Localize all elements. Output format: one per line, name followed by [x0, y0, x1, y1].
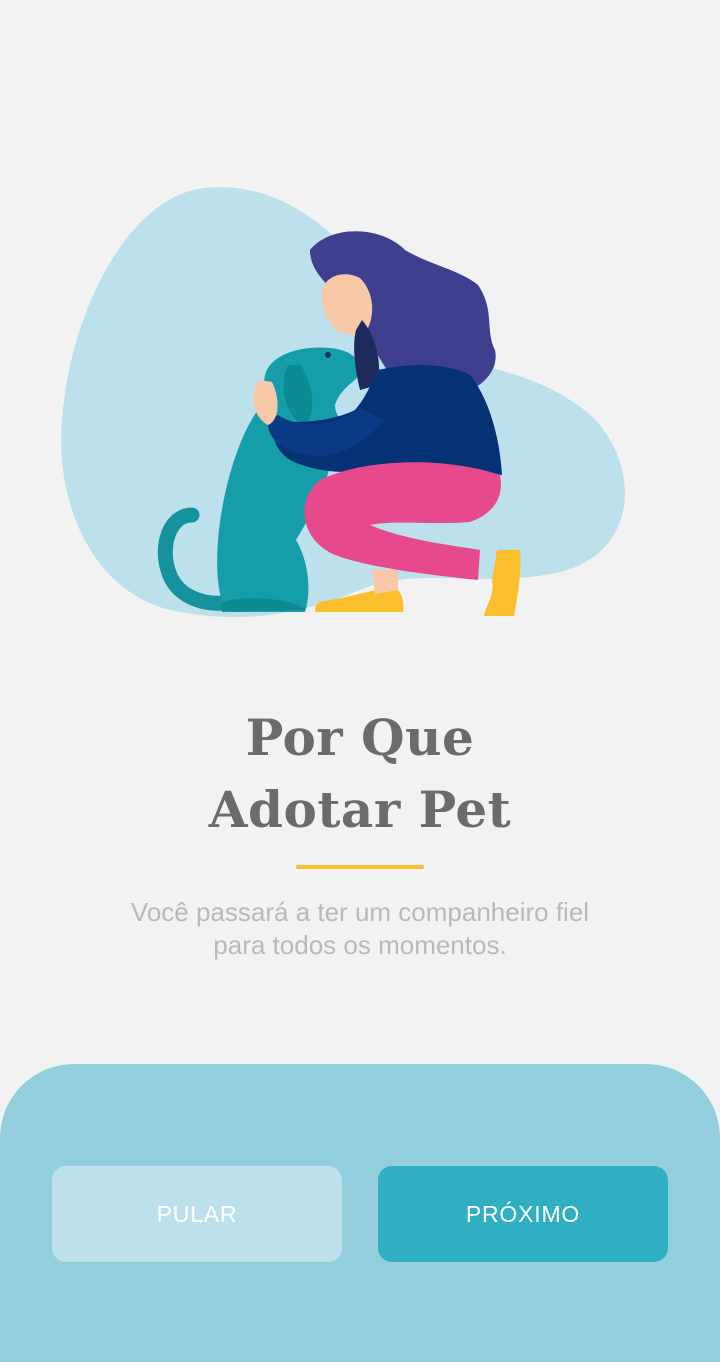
next-button[interactable]: PRÓXIMO — [378, 1166, 668, 1262]
next-button-label: PRÓXIMO — [465, 1200, 581, 1227]
onboarding-screen: Por Que Adotar Pet Você passará a ter um… — [0, 0, 720, 1362]
skip-button-label: PULAR — [156, 1200, 238, 1227]
subtitle-line-1: Você passará a ter um companheiro fiel — [130, 897, 590, 927]
subtitle-line-2: para todos os momentos. — [213, 930, 507, 960]
page-title-line-2: Adotar Pet — [208, 780, 512, 839]
woman-hugging-dog-illustration — [61, 187, 626, 618]
title-divider — [296, 865, 424, 869]
dog-eye — [325, 352, 331, 358]
bottom-action-panel: PULAR PRÓXIMO — [0, 1064, 720, 1362]
page-title-line-1: Por Que — [245, 708, 475, 767]
skip-button[interactable]: PULAR — [52, 1166, 342, 1262]
woman-ankle — [372, 570, 398, 594]
